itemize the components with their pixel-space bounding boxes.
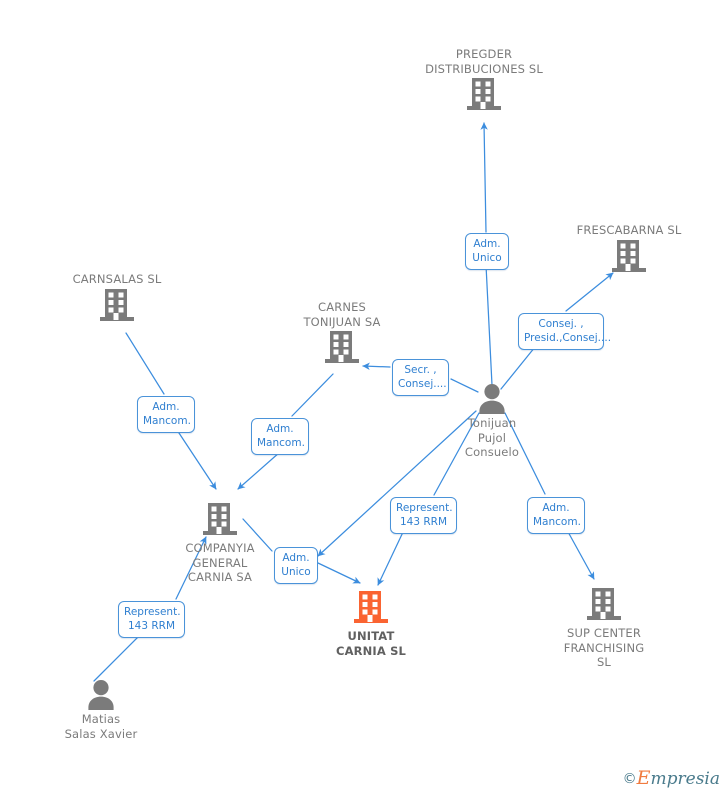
- node-label: CARNES TONIJUAN SA: [303, 300, 381, 329]
- brand-initial: E: [636, 767, 651, 789]
- edge-chip-adm-mancom-carnsalas[interactable]: Adm. Mancom.: [137, 396, 195, 433]
- edge-chip-adm-unico-pregder[interactable]: Adm. Unico: [465, 233, 509, 270]
- company-building-icon: [524, 588, 684, 624]
- edge-chip-represent-143-rrm-companyia[interactable]: Represent. 143 RRM: [118, 601, 185, 638]
- copyright-icon: ©: [622, 771, 637, 787]
- edge-line: [125, 332, 165, 395]
- edge-line: [291, 373, 334, 417]
- brand-name: mpresia: [650, 769, 721, 789]
- node-label: SUP CENTER FRANCHISING SL: [563, 626, 645, 669]
- edge-chip-consej-presid-frescabarna[interactable]: Consej. , Presid.,Consej....: [518, 313, 611, 350]
- node-label: FRESCABARNA SL: [576, 223, 682, 237]
- edge-line: [93, 634, 141, 682]
- node-label: CARNSALAS SL: [72, 272, 162, 286]
- company-building-icon: [140, 503, 300, 539]
- edge-line: [237, 451, 281, 490]
- node-label: UNITAT CARNIA SL: [336, 629, 406, 658]
- company-building-icon: [37, 288, 197, 325]
- node-label: PREGDER DISTRIBUCIONES SL: [425, 47, 543, 76]
- edge-line: [565, 272, 614, 312]
- node-label: Tonijuan Pujol Consuelo: [464, 416, 520, 459]
- edge-line: [566, 529, 595, 580]
- edge-chip-adm-mancom-carnes[interactable]: Adm. Mancom.: [251, 418, 309, 455]
- person-icon: [21, 679, 181, 710]
- node-sup-center-franchising-sl[interactable]: SUP CENTER FRANCHISING SL: [524, 588, 684, 670]
- node-carnes-tonijuan-sa[interactable]: CARNES TONIJUAN SA: [262, 300, 422, 367]
- edge-line: [480, 122, 488, 233]
- edge-line: [317, 562, 361, 584]
- company-building-icon: [404, 78, 564, 114]
- node-unitat-carnia-sl[interactable]: UNITAT CARNIA SL: [291, 591, 451, 658]
- company-building-icon: [291, 591, 451, 627]
- company-building-icon: [549, 239, 709, 276]
- node-matias-salas-xavier[interactable]: Matias Salas Xavier: [21, 679, 181, 741]
- node-carnsalas-sl[interactable]: CARNSALAS SL: [37, 272, 197, 325]
- edge-chip-adm-unico-companyia-unitat[interactable]: Adm. Unico: [274, 547, 318, 584]
- relations-diagram: PREGDER DISTRIBUCIONES SL FRESCABARNA SL…: [0, 0, 728, 795]
- empresia-watermark: ©Empresia: [623, 768, 720, 789]
- node-frescabarna-sl[interactable]: FRESCABARNA SL: [549, 223, 709, 276]
- edge-line: [485, 264, 493, 386]
- edge-chip-adm-mancom-supcenter[interactable]: Adm. Mancom.: [527, 497, 585, 534]
- edge-chip-secr-consej-carnes[interactable]: Secr. , Consej....: [392, 359, 449, 396]
- edge-chip-represent-143-rrm-unitat[interactable]: Represent. 143 RRM: [390, 497, 457, 534]
- edge-line: [176, 429, 217, 490]
- node-label: Matias Salas Xavier: [64, 712, 138, 741]
- graph-edges-canvas: [93, 122, 614, 682]
- edge-line: [377, 529, 405, 586]
- node-pregder-distribuciones-sl[interactable]: PREGDER DISTRIBUCIONES SL: [404, 47, 564, 114]
